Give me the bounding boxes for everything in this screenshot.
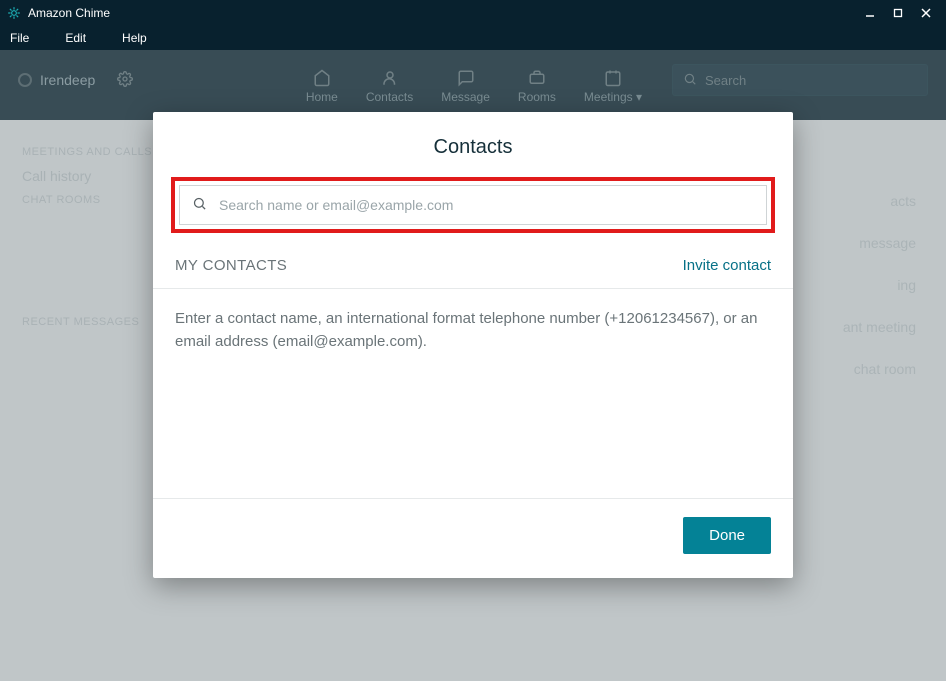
menubar: File Edit Help [0, 26, 946, 50]
contacts-help-text: Enter a contact name, an international f… [175, 307, 771, 354]
minimize-button[interactable] [856, 0, 884, 26]
modal-overlay: Contacts MY CONTACTS Invite contact Ente… [0, 50, 946, 681]
menu-file[interactable]: File [6, 29, 33, 47]
close-button[interactable] [912, 0, 940, 26]
contact-search-input[interactable] [219, 197, 754, 213]
search-icon [192, 196, 207, 214]
my-contacts-label: MY CONTACTS [175, 257, 287, 274]
search-highlight-box [171, 177, 775, 233]
window-title: Amazon Chime [28, 6, 110, 20]
invite-contact-link[interactable]: Invite contact [683, 257, 771, 274]
contacts-modal: Contacts MY CONTACTS Invite contact Ente… [153, 112, 793, 578]
app-area: Irendeep Home Contacts Message Rooms [0, 50, 946, 681]
contact-search-field[interactable] [179, 185, 767, 225]
app-icon [6, 5, 22, 21]
menu-edit[interactable]: Edit [61, 29, 90, 47]
modal-title: Contacts [153, 112, 793, 177]
maximize-button[interactable] [884, 0, 912, 26]
titlebar: Amazon Chime [0, 0, 946, 26]
done-button[interactable]: Done [683, 517, 771, 554]
menu-help[interactable]: Help [118, 29, 151, 47]
